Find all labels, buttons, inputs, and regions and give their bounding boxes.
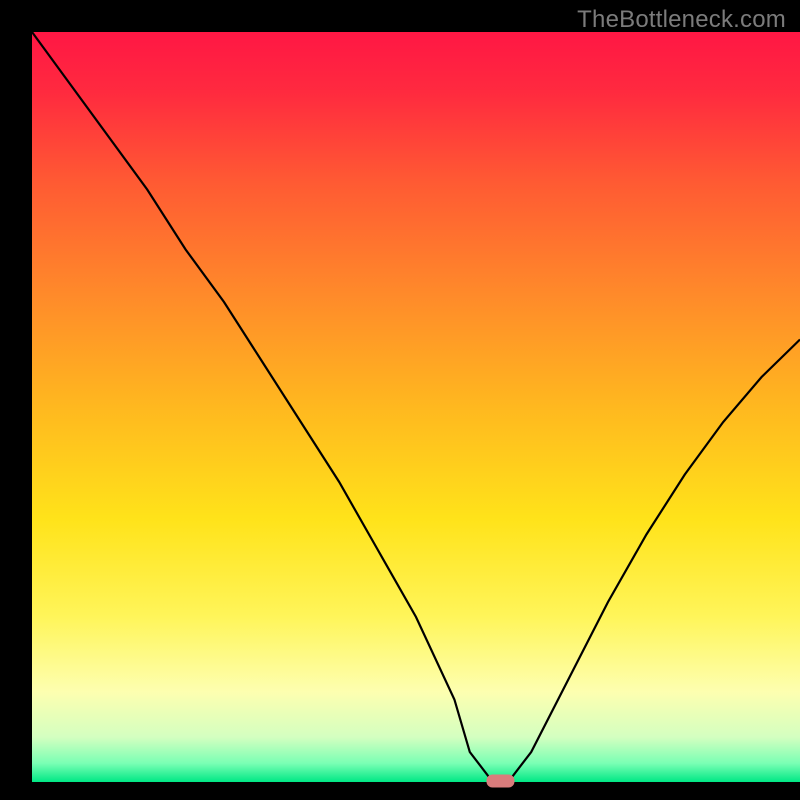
chart-container: TheBottleneck.com — [0, 0, 800, 800]
watermark-label: TheBottleneck.com — [577, 6, 786, 34]
chart-plot-area — [32, 32, 800, 782]
bottleneck-chart — [0, 0, 800, 800]
minimum-marker — [486, 775, 514, 788]
